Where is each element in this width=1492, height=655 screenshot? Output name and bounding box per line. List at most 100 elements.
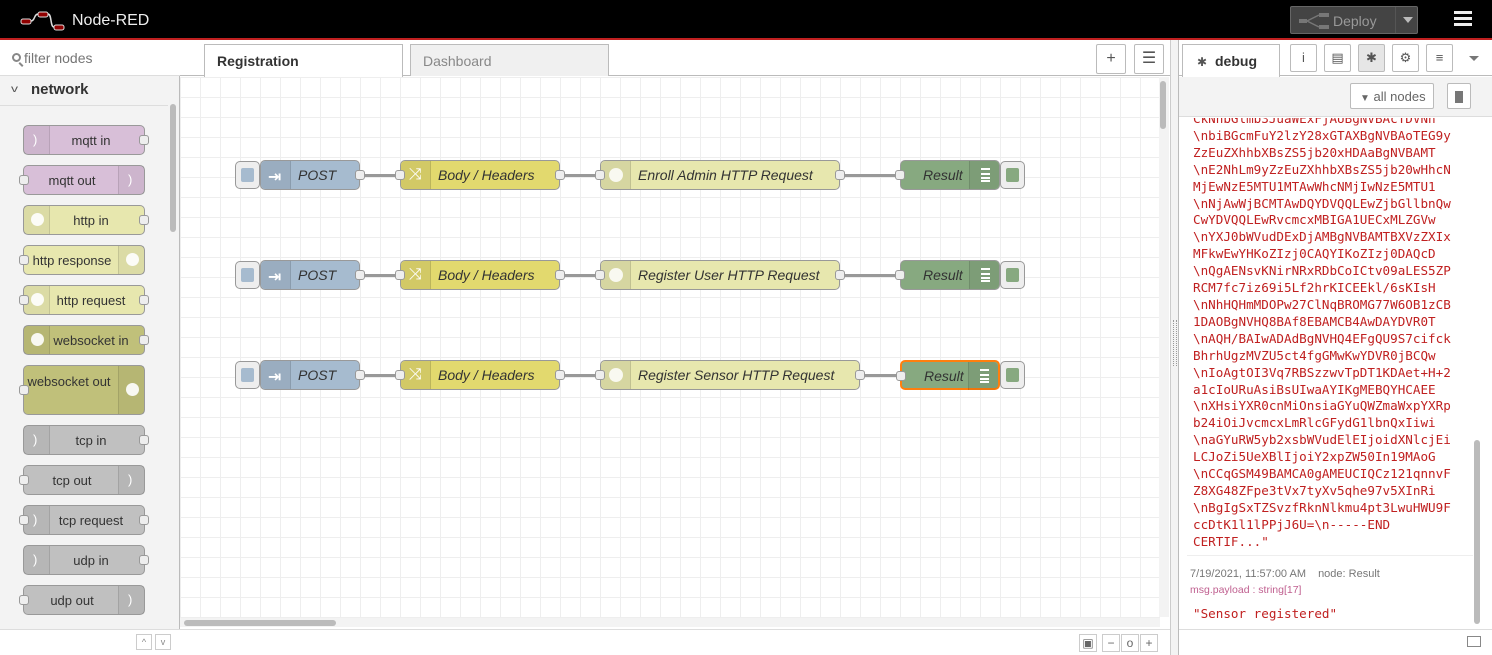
output-port[interactable] bbox=[555, 170, 565, 180]
flow-canvas[interactable]: ⇥ POST ⤨ Body / Headers Enroll Admin HTTP Re… bbox=[180, 77, 1160, 617]
help-tab-button[interactable]: ▤ bbox=[1324, 44, 1351, 72]
info-tab-button[interactable]: i bbox=[1290, 44, 1317, 72]
debug-node[interactable]: Result bbox=[895, 160, 1000, 190]
output-port[interactable] bbox=[139, 295, 149, 305]
output-port[interactable] bbox=[355, 170, 365, 180]
debug-tab-button[interactable]: ✱ bbox=[1358, 44, 1385, 72]
change-node[interactable]: ⤨ Body / Headers bbox=[395, 160, 565, 190]
input-port[interactable] bbox=[595, 370, 605, 380]
output-port[interactable] bbox=[555, 370, 565, 380]
input-port[interactable] bbox=[896, 371, 906, 381]
monitor-icon[interactable] bbox=[1467, 636, 1481, 647]
inject-node[interactable]: ⇥ POST bbox=[260, 160, 365, 190]
input-port[interactable] bbox=[395, 170, 405, 180]
message-type[interactable]: msg.payload : string[17] bbox=[1190, 584, 1301, 596]
input-port[interactable] bbox=[19, 255, 29, 265]
input-port[interactable] bbox=[395, 370, 405, 380]
output-port[interactable] bbox=[139, 215, 149, 225]
output-port[interactable] bbox=[139, 435, 149, 445]
change-node[interactable]: ⤨ Body / Headers bbox=[395, 260, 565, 290]
http-request-node[interactable]: Enroll Admin HTTP Request bbox=[595, 160, 845, 190]
output-port[interactable] bbox=[139, 135, 149, 145]
canvas-vertical-scrollbar[interactable] bbox=[1159, 77, 1169, 617]
palette-node-udp-out[interactable]: ) udp out bbox=[19, 585, 145, 615]
flow-wire[interactable] bbox=[840, 174, 900, 177]
output-port[interactable] bbox=[355, 270, 365, 280]
zoom-out-button[interactable]: − bbox=[1102, 634, 1120, 652]
sidebar-scrollbar[interactable] bbox=[1474, 440, 1480, 624]
debug-node[interactable]: Result bbox=[895, 260, 1000, 290]
input-port[interactable] bbox=[895, 270, 905, 280]
output-port[interactable] bbox=[835, 270, 845, 280]
zoom-in-button[interactable]: + bbox=[1140, 634, 1158, 652]
palette-node-mqtt-out[interactable]: ) mqtt out bbox=[19, 165, 145, 195]
scroll-thumb[interactable] bbox=[1160, 81, 1166, 129]
input-port[interactable] bbox=[595, 270, 605, 280]
palette-scrollbar[interactable] bbox=[170, 104, 176, 232]
config-tab-button[interactable]: ⚙ bbox=[1392, 44, 1419, 72]
canvas-horizontal-scrollbar[interactable] bbox=[180, 617, 1160, 627]
input-port[interactable] bbox=[19, 175, 29, 185]
output-port[interactable] bbox=[139, 555, 149, 565]
debug-toggle-button[interactable] bbox=[1000, 361, 1025, 389]
flow-wire[interactable] bbox=[840, 274, 900, 277]
debug-toggle-button[interactable] bbox=[1000, 261, 1025, 289]
inject-trigger-button[interactable] bbox=[235, 361, 260, 389]
output-port[interactable] bbox=[555, 270, 565, 280]
palette-node-tcp-out[interactable]: ) tcp out bbox=[19, 465, 145, 495]
input-port[interactable] bbox=[19, 475, 29, 485]
chevron-down-icon[interactable] bbox=[1403, 17, 1413, 23]
flow-wire[interactable] bbox=[360, 274, 400, 277]
output-port[interactable] bbox=[139, 335, 149, 345]
flow-wire[interactable] bbox=[560, 374, 600, 377]
change-node[interactable]: ⤨ Body / Headers bbox=[395, 360, 565, 390]
output-port[interactable] bbox=[355, 370, 365, 380]
collapse-all-button[interactable]: ^ bbox=[136, 634, 152, 650]
input-port[interactable] bbox=[19, 595, 29, 605]
http-request-node[interactable]: Register User HTTP Request bbox=[595, 260, 845, 290]
palette-node-udp-in[interactable]: ) udp in bbox=[23, 545, 149, 575]
flow-list-button[interactable]: ☰ bbox=[1134, 44, 1164, 74]
palette-category-network[interactable]: v network bbox=[0, 76, 168, 106]
palette-node-tcp-in[interactable]: ) tcp in bbox=[23, 425, 149, 455]
palette-node-websocket-out[interactable]: websocket out bbox=[19, 365, 145, 415]
navigator-map-icon[interactable]: ▣ bbox=[1079, 634, 1097, 652]
output-port[interactable] bbox=[139, 515, 149, 525]
filter-nodes-input[interactable] bbox=[24, 48, 169, 68]
palette-node-websocket-in[interactable]: websocket in bbox=[23, 325, 149, 355]
sidebar-resize-handle[interactable] bbox=[1170, 40, 1178, 655]
message-node[interactable]: node: Result bbox=[1318, 568, 1380, 580]
inject-node[interactable]: ⇥ POST bbox=[260, 260, 365, 290]
tab-registration[interactable]: Registration bbox=[204, 44, 403, 77]
zoom-reset-button[interactable]: o bbox=[1121, 634, 1139, 652]
clear-messages-button[interactable] bbox=[1447, 83, 1471, 109]
flow-wire[interactable] bbox=[360, 374, 400, 377]
palette-node-http-request[interactable]: http request bbox=[19, 285, 149, 315]
inject-trigger-button[interactable] bbox=[235, 161, 260, 189]
palette-node-http-response[interactable]: http response bbox=[19, 245, 145, 275]
tab-dashboard[interactable]: Dashboard bbox=[410, 44, 609, 76]
palette-node-mqtt-in[interactable]: ) mqtt in bbox=[23, 125, 149, 155]
palette-node-http-in[interactable]: http in bbox=[23, 205, 149, 235]
input-port[interactable] bbox=[19, 515, 29, 525]
flow-wire[interactable] bbox=[560, 274, 600, 277]
scroll-thumb[interactable] bbox=[184, 620, 336, 626]
context-tab-button[interactable]: ≡ bbox=[1426, 44, 1453, 72]
input-port[interactable] bbox=[595, 170, 605, 180]
inject-node[interactable]: ⇥ POST bbox=[260, 360, 365, 390]
inject-trigger-button[interactable] bbox=[235, 261, 260, 289]
input-port[interactable] bbox=[19, 295, 29, 305]
flow-wire[interactable] bbox=[360, 174, 400, 177]
add-flow-button[interactable]: + bbox=[1096, 44, 1126, 74]
flow-wire[interactable] bbox=[860, 374, 900, 377]
palette-node-tcp-request[interactable]: ) tcp request bbox=[19, 505, 149, 535]
http-request-node[interactable]: Register Sensor HTTP Request bbox=[595, 360, 865, 390]
main-menu-button[interactable] bbox=[1448, 8, 1478, 34]
flow-wire[interactable] bbox=[560, 174, 600, 177]
expand-all-button[interactable]: v bbox=[155, 634, 171, 650]
output-port[interactable] bbox=[855, 370, 865, 380]
output-port[interactable] bbox=[835, 170, 845, 180]
input-port[interactable] bbox=[895, 170, 905, 180]
chevron-down-icon[interactable] bbox=[1469, 56, 1479, 61]
debug-filter-button[interactable]: ▼ all nodes bbox=[1350, 83, 1434, 109]
